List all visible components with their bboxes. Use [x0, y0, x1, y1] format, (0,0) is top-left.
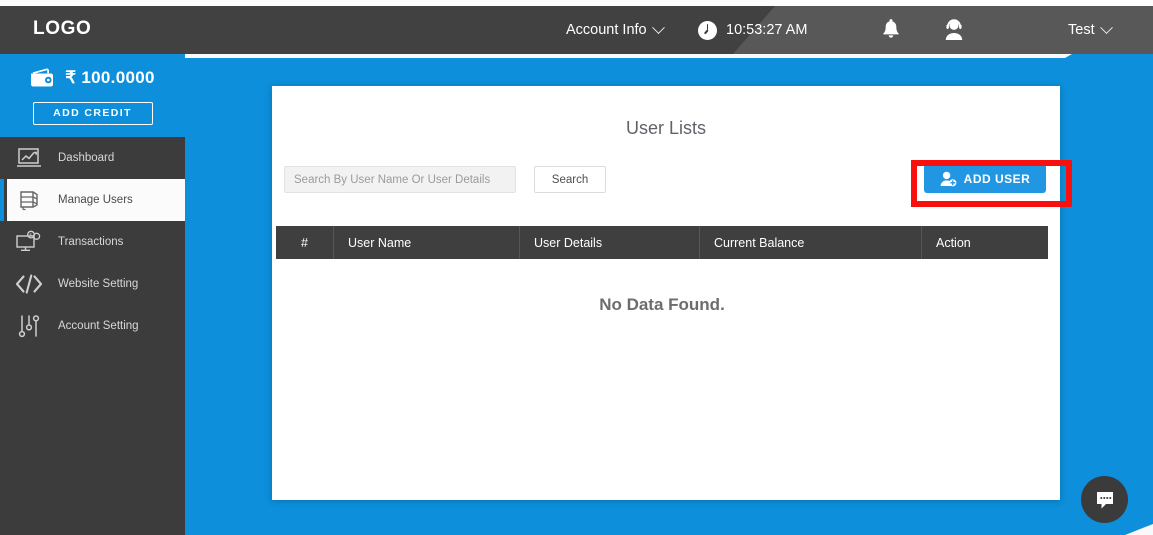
search-button[interactable]: Search [534, 166, 606, 193]
search-input[interactable] [284, 166, 516, 193]
support-agent-icon [945, 19, 963, 40]
sidebar-item-dashboard[interactable]: Dashboard [0, 137, 185, 179]
column-header-index: # [276, 226, 334, 259]
code-brackets-icon [14, 271, 44, 297]
server-time-display: 10:53:27 AM [698, 6, 807, 54]
account-info-dropdown[interactable]: Account Info [566, 6, 665, 54]
transactions-icon: $ [14, 229, 44, 255]
top-header-bar: LOGO Account Info 10:53:27 AM Test [0, 6, 1153, 54]
user-lists-card: User Lists Search ADD USER # User Name U… [272, 86, 1060, 500]
column-header-user-name: User Name [334, 226, 520, 259]
sliders-settings-icon [14, 313, 44, 339]
wallet-icon [30, 68, 56, 88]
svg-text:$: $ [29, 232, 32, 237]
support-button[interactable] [941, 6, 967, 54]
clock-icon [698, 20, 717, 40]
notification-button[interactable] [880, 6, 902, 54]
credit-amount: ₹ 100.0000 [65, 68, 155, 87]
column-header-current-balance: Current Balance [700, 226, 922, 259]
card-toolbar: Search ADD USER [272, 161, 1060, 207]
add-user-icon [940, 171, 957, 186]
time-label: 10:53:27 AM [726, 22, 808, 38]
empty-state-message: No Data Found. [599, 295, 725, 314]
add-user-label: ADD USER [963, 171, 1031, 186]
credit-panel: ₹ 100.0000 ADD CREDIT [0, 54, 185, 137]
table-header-row: # User Name User Details Current Balance… [276, 226, 1048, 259]
add-user-button[interactable]: ADD USER [924, 164, 1046, 193]
user-menu-dropdown[interactable]: Test [1068, 6, 1113, 54]
notification-bell-icon [883, 19, 899, 38]
add-credit-button[interactable]: ADD CREDIT [32, 102, 153, 125]
column-header-user-details: User Details [520, 226, 700, 259]
sidebar: ₹ 100.0000 ADD CREDIT Dashboard Manage U… [0, 54, 185, 535]
sidebar-item-label: Transactions [58, 236, 124, 248]
sidebar-item-manage-users[interactable]: Manage Users [0, 179, 185, 221]
chevron-down-icon [1099, 20, 1113, 34]
chat-widget-button[interactable] [1081, 476, 1128, 523]
credit-balance-row: ₹ 100.0000 [0, 63, 185, 93]
page-title: User Lists [625, 118, 706, 138]
sidebar-item-label: Account Setting [58, 320, 139, 332]
user-menu-label: Test [1068, 22, 1095, 38]
sidebar-item-label: Dashboard [58, 152, 115, 164]
users-table: # User Name User Details Current Balance… [276, 226, 1048, 315]
chevron-down-icon [651, 20, 665, 34]
application-window: LOGO Account Info 10:53:27 AM Test ₹ 100… [0, 0, 1153, 535]
manage-users-icon [14, 187, 44, 213]
sidebar-item-account-setting[interactable]: Account Setting [0, 305, 185, 347]
dashboard-chart-icon [14, 145, 44, 171]
sidebar-nav: Dashboard Manage Users $ Transactions We… [0, 137, 185, 347]
account-info-label: Account Info [566, 22, 647, 38]
sidebar-item-transactions[interactable]: $ Transactions [0, 221, 185, 263]
blue-left-strip [185, 58, 191, 535]
chat-bubble-icon [1096, 491, 1113, 508]
sidebar-item-label: Website Setting [58, 278, 139, 290]
sidebar-item-website-setting[interactable]: Website Setting [0, 263, 185, 305]
column-header-action: Action [936, 235, 971, 250]
sidebar-item-label: Manage Users [58, 194, 133, 206]
